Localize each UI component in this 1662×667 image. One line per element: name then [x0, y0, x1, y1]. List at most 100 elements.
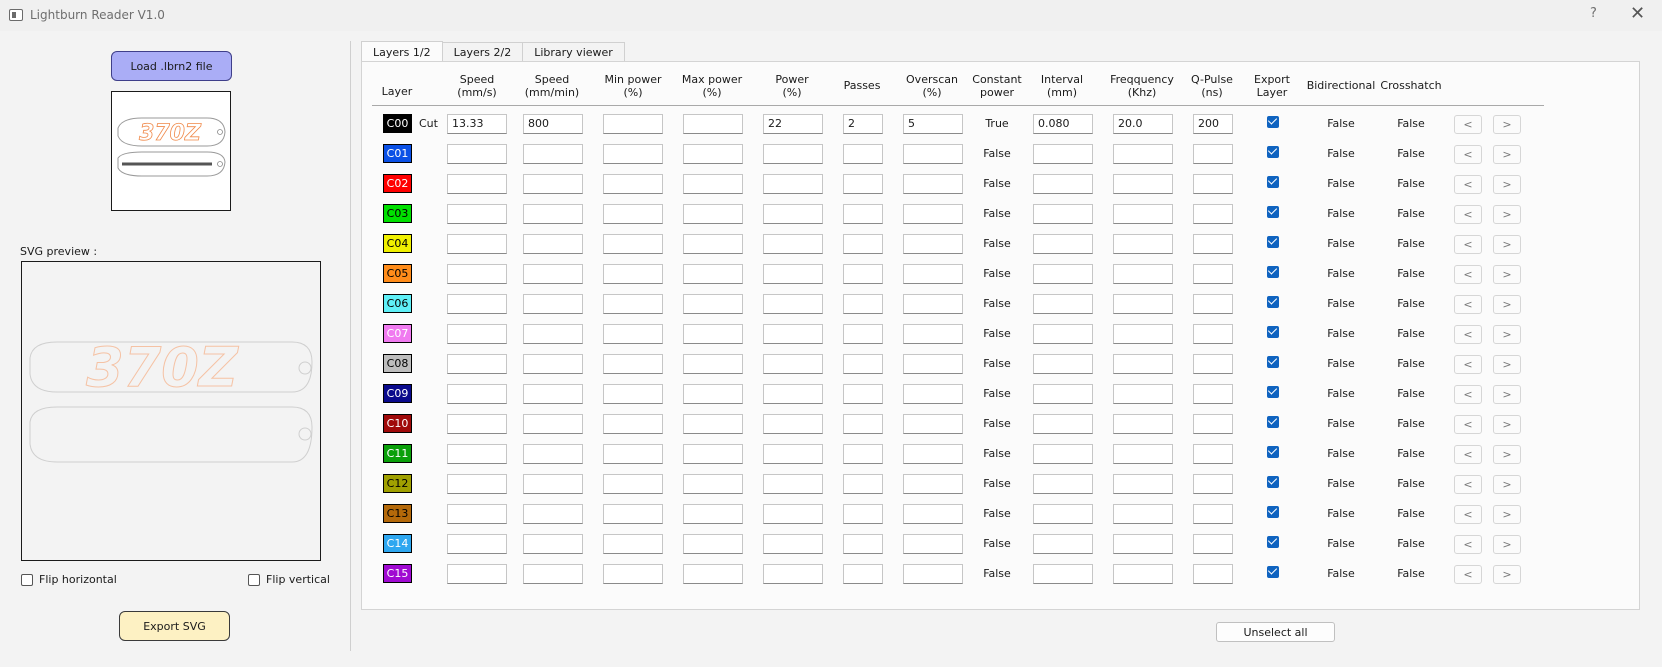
max-power-input[interactable]: [683, 354, 743, 374]
tab-layers-1[interactable]: Layers 1/2: [361, 41, 443, 62]
speed-mmmin-input[interactable]: [523, 294, 583, 314]
prev-layer-button[interactable]: <: [1454, 205, 1482, 224]
export-layer-checkbox[interactable]: [1267, 236, 1279, 248]
qpulse-input[interactable]: [1193, 294, 1233, 314]
speed-mmmin-input[interactable]: [523, 354, 583, 374]
qpulse-input[interactable]: [1193, 174, 1233, 194]
min-power-input[interactable]: [603, 564, 663, 584]
min-power-input[interactable]: [603, 504, 663, 524]
interval-input[interactable]: [1033, 324, 1093, 344]
min-power-input[interactable]: [603, 114, 663, 134]
power-input[interactable]: [763, 414, 823, 434]
max-power-input[interactable]: [683, 234, 743, 254]
export-layer-checkbox[interactable]: [1267, 386, 1279, 398]
max-power-input[interactable]: [683, 504, 743, 524]
export-layer-checkbox[interactable]: [1267, 356, 1279, 368]
power-input[interactable]: [763, 234, 823, 254]
qpulse-input[interactable]: [1193, 324, 1233, 344]
speed-mmmin-input[interactable]: [523, 204, 583, 224]
constant-power-value[interactable]: False: [983, 357, 1011, 370]
bidirectional-value[interactable]: False: [1327, 267, 1355, 280]
next-layer-button[interactable]: >: [1493, 565, 1521, 584]
qpulse-input[interactable]: [1193, 444, 1233, 464]
interval-input[interactable]: [1033, 564, 1093, 584]
prev-layer-button[interactable]: <: [1454, 145, 1482, 164]
constant-power-value[interactable]: False: [983, 537, 1011, 550]
prev-layer-button[interactable]: <: [1454, 325, 1482, 344]
bidirectional-value[interactable]: False: [1327, 117, 1355, 130]
frequency-input[interactable]: [1113, 204, 1173, 224]
export-layer-checkbox[interactable]: [1267, 506, 1279, 518]
interval-input[interactable]: [1033, 384, 1093, 404]
bidirectional-value[interactable]: False: [1327, 207, 1355, 220]
passes-input[interactable]: 2: [843, 114, 883, 134]
speed-mms-input[interactable]: [447, 414, 507, 434]
next-layer-button[interactable]: >: [1493, 445, 1521, 464]
max-power-input[interactable]: [683, 204, 743, 224]
unselect-all-button[interactable]: Unselect all: [1216, 622, 1335, 642]
crosshatch-value[interactable]: False: [1397, 117, 1425, 130]
speed-mms-input[interactable]: [447, 204, 507, 224]
speed-mms-input[interactable]: [447, 444, 507, 464]
min-power-input[interactable]: [603, 324, 663, 344]
speed-mms-input[interactable]: 13.33: [447, 114, 507, 134]
passes-input[interactable]: [843, 234, 883, 254]
speed-mmmin-input[interactable]: [523, 234, 583, 254]
constant-power-value[interactable]: False: [983, 177, 1011, 190]
export-layer-checkbox[interactable]: [1267, 566, 1279, 578]
speed-mms-input[interactable]: [447, 504, 507, 524]
overscan-input[interactable]: [903, 504, 963, 524]
prev-layer-button[interactable]: <: [1454, 175, 1482, 194]
max-power-input[interactable]: [683, 564, 743, 584]
speed-mms-input[interactable]: [447, 354, 507, 374]
crosshatch-value[interactable]: False: [1397, 447, 1425, 460]
interval-input[interactable]: [1033, 414, 1093, 434]
passes-input[interactable]: [843, 444, 883, 464]
constant-power-value[interactable]: False: [983, 507, 1011, 520]
export-layer-checkbox[interactable]: [1267, 266, 1279, 278]
tab-library-viewer[interactable]: Library viewer: [522, 42, 625, 62]
close-button[interactable]: ✕: [1630, 3, 1645, 24]
power-input[interactable]: [763, 564, 823, 584]
next-layer-button[interactable]: >: [1493, 535, 1521, 554]
min-power-input[interactable]: [603, 414, 663, 434]
export-layer-checkbox[interactable]: [1267, 206, 1279, 218]
bidirectional-value[interactable]: False: [1327, 177, 1355, 190]
max-power-input[interactable]: [683, 114, 743, 134]
help-button[interactable]: ?: [1590, 6, 1597, 21]
qpulse-input[interactable]: [1193, 204, 1233, 224]
interval-input[interactable]: [1033, 174, 1093, 194]
crosshatch-value[interactable]: False: [1397, 267, 1425, 280]
speed-mms-input[interactable]: [447, 384, 507, 404]
min-power-input[interactable]: [603, 204, 663, 224]
overscan-input[interactable]: [903, 174, 963, 194]
min-power-input[interactable]: [603, 384, 663, 404]
qpulse-input[interactable]: [1193, 474, 1233, 494]
max-power-input[interactable]: [683, 324, 743, 344]
power-input[interactable]: [763, 534, 823, 554]
speed-mmmin-input[interactable]: [523, 444, 583, 464]
next-layer-button[interactable]: >: [1493, 385, 1521, 404]
interval-input[interactable]: [1033, 444, 1093, 464]
qpulse-input[interactable]: [1193, 354, 1233, 374]
constant-power-value[interactable]: False: [983, 147, 1011, 160]
frequency-input[interactable]: [1113, 354, 1173, 374]
power-input[interactable]: [763, 324, 823, 344]
next-layer-button[interactable]: >: [1493, 415, 1521, 434]
constant-power-value[interactable]: False: [983, 387, 1011, 400]
crosshatch-value[interactable]: False: [1397, 507, 1425, 520]
max-power-input[interactable]: [683, 474, 743, 494]
speed-mms-input[interactable]: [447, 144, 507, 164]
passes-input[interactable]: [843, 324, 883, 344]
overscan-input[interactable]: [903, 354, 963, 374]
prev-layer-button[interactable]: <: [1454, 475, 1482, 494]
constant-power-value[interactable]: False: [983, 477, 1011, 490]
passes-input[interactable]: [843, 294, 883, 314]
speed-mms-input[interactable]: [447, 474, 507, 494]
speed-mms-input[interactable]: [447, 234, 507, 254]
power-input[interactable]: [763, 204, 823, 224]
bidirectional-value[interactable]: False: [1327, 447, 1355, 460]
overscan-input[interactable]: [903, 384, 963, 404]
next-layer-button[interactable]: >: [1493, 325, 1521, 344]
qpulse-input[interactable]: [1193, 234, 1233, 254]
